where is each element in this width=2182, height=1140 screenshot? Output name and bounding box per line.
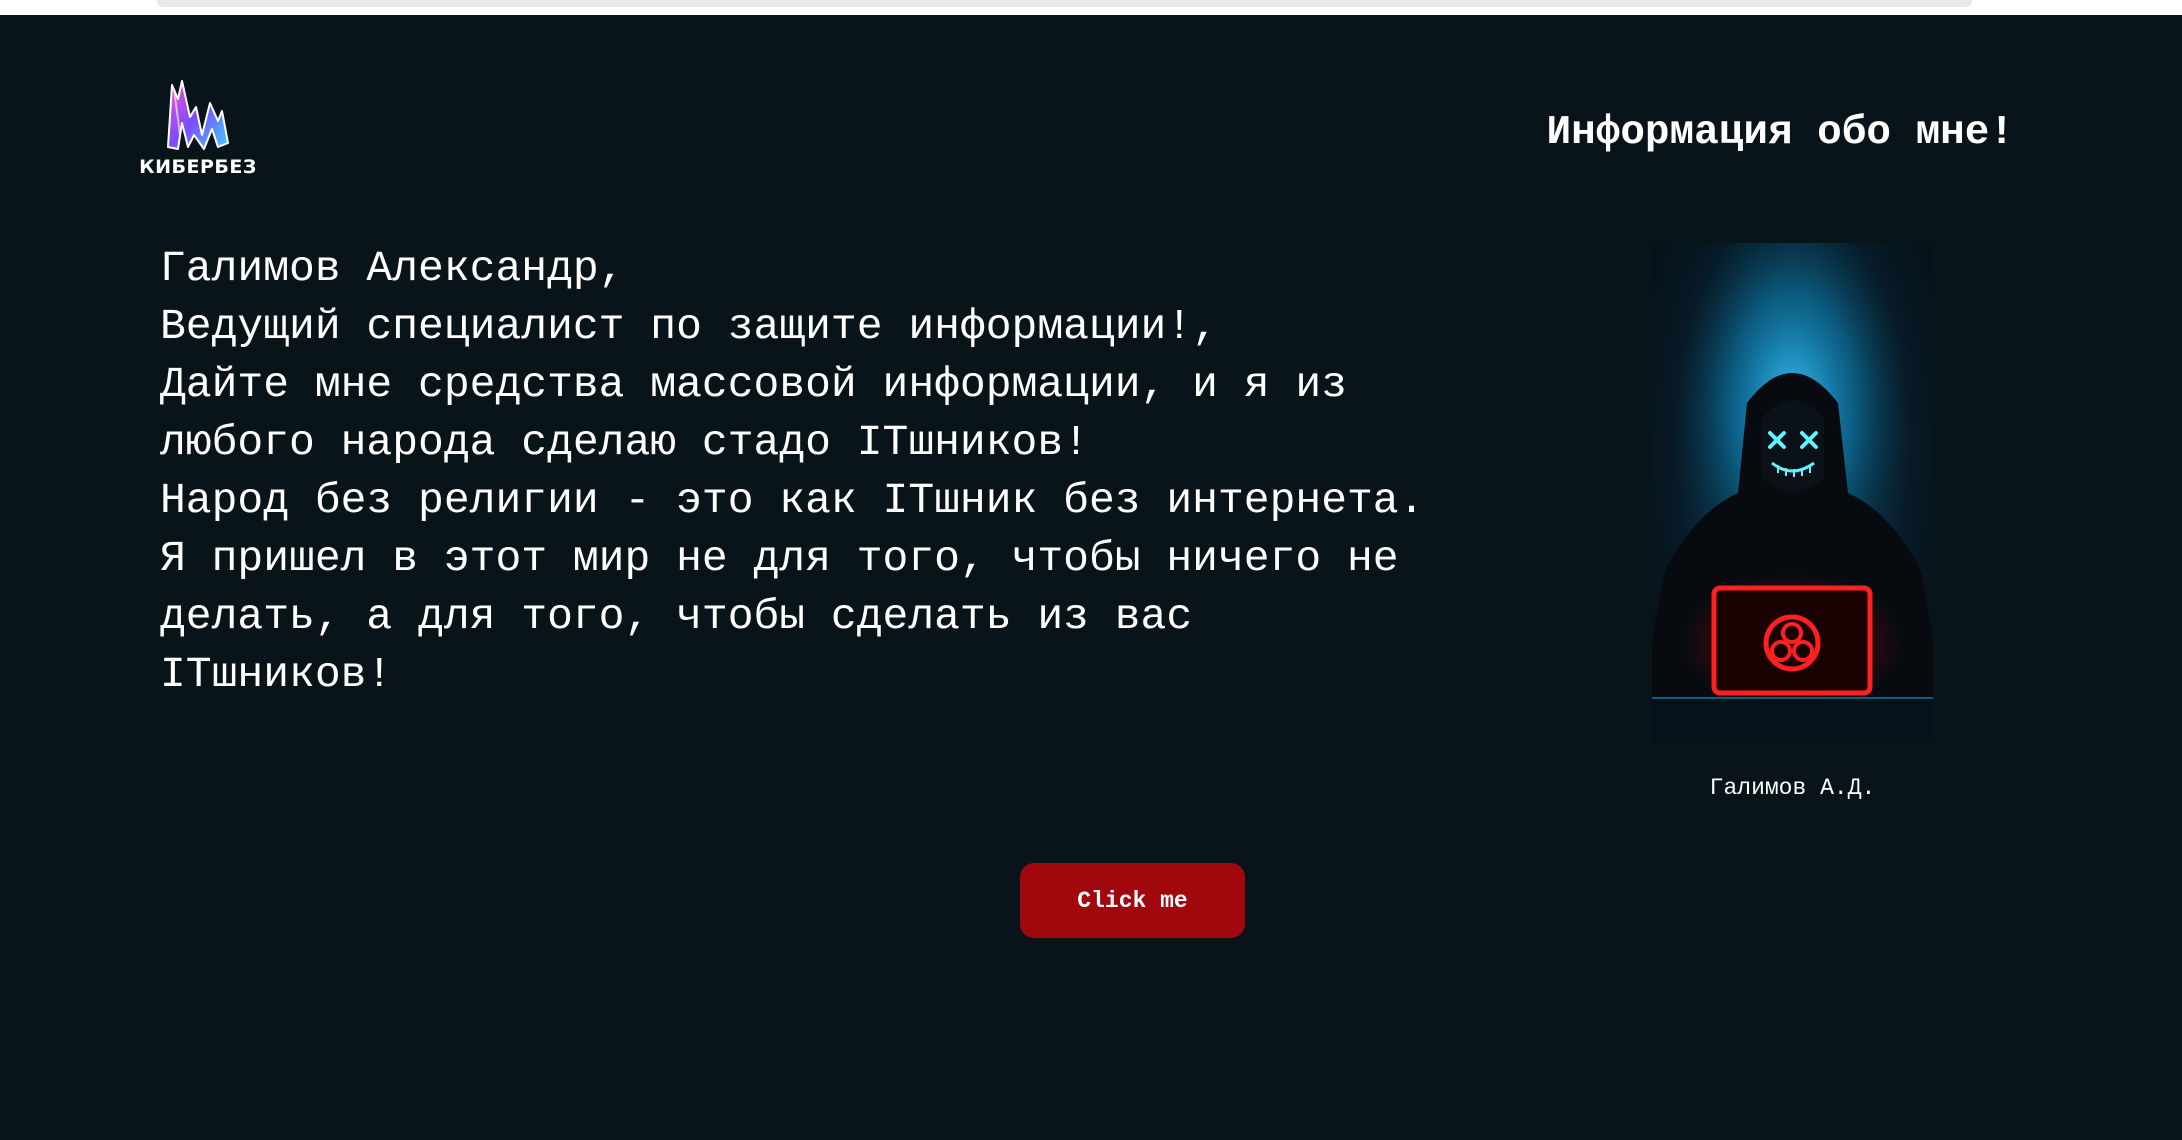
bio-line-position: Ведущий специалист по защите информации!… [160, 302, 1218, 351]
bio-line-quote-media: Дайте мне средства массовой информации, … [160, 360, 1347, 467]
bio-line-name: Галимов Александр, [160, 244, 625, 293]
click-me-button[interactable]: Click me [1020, 863, 1245, 938]
hooded-hacker-icon [1652, 243, 1933, 743]
bio-line-quote-religion: Народ без религии - это как ITшник без и… [160, 476, 1425, 525]
bio-text: Галимов Александр, Ведущий специалист по… [160, 240, 1430, 704]
logo-mark-icon [167, 80, 229, 150]
page-title: Информация обо мне! [1546, 110, 2014, 156]
cyber-logo[interactable]: КИБЕРБЕЗ [138, 77, 258, 182]
browser-top-strip [0, 0, 2182, 15]
photo-caption: Галимов А.Д. [1709, 775, 1876, 801]
page: КИБЕРБЕЗ Информация обо мне! Галимов Але… [0, 15, 2182, 1140]
browser-scroll-pill [157, 0, 1972, 7]
profile-photo [1652, 243, 1933, 743]
logo-text: КИБЕРБЕЗ [139, 156, 257, 178]
bio-line-quote-world: Я пришел в этот мир не для того, чтобы н… [160, 534, 1399, 699]
